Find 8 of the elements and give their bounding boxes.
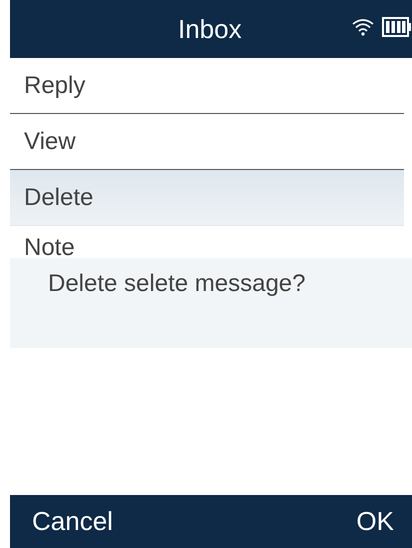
screen-title: Inbox bbox=[178, 12, 242, 46]
battery-icon bbox=[382, 17, 412, 37]
menu-item[interactable]: Delete bbox=[10, 170, 404, 226]
menu-item[interactable]: Reply bbox=[10, 58, 404, 114]
cancel-softkey[interactable]: Cancel bbox=[32, 502, 113, 541]
wifi-icon bbox=[352, 18, 374, 36]
dialog-message: Delete selete message? bbox=[48, 270, 306, 297]
ok-softkey[interactable]: OK bbox=[356, 502, 394, 541]
